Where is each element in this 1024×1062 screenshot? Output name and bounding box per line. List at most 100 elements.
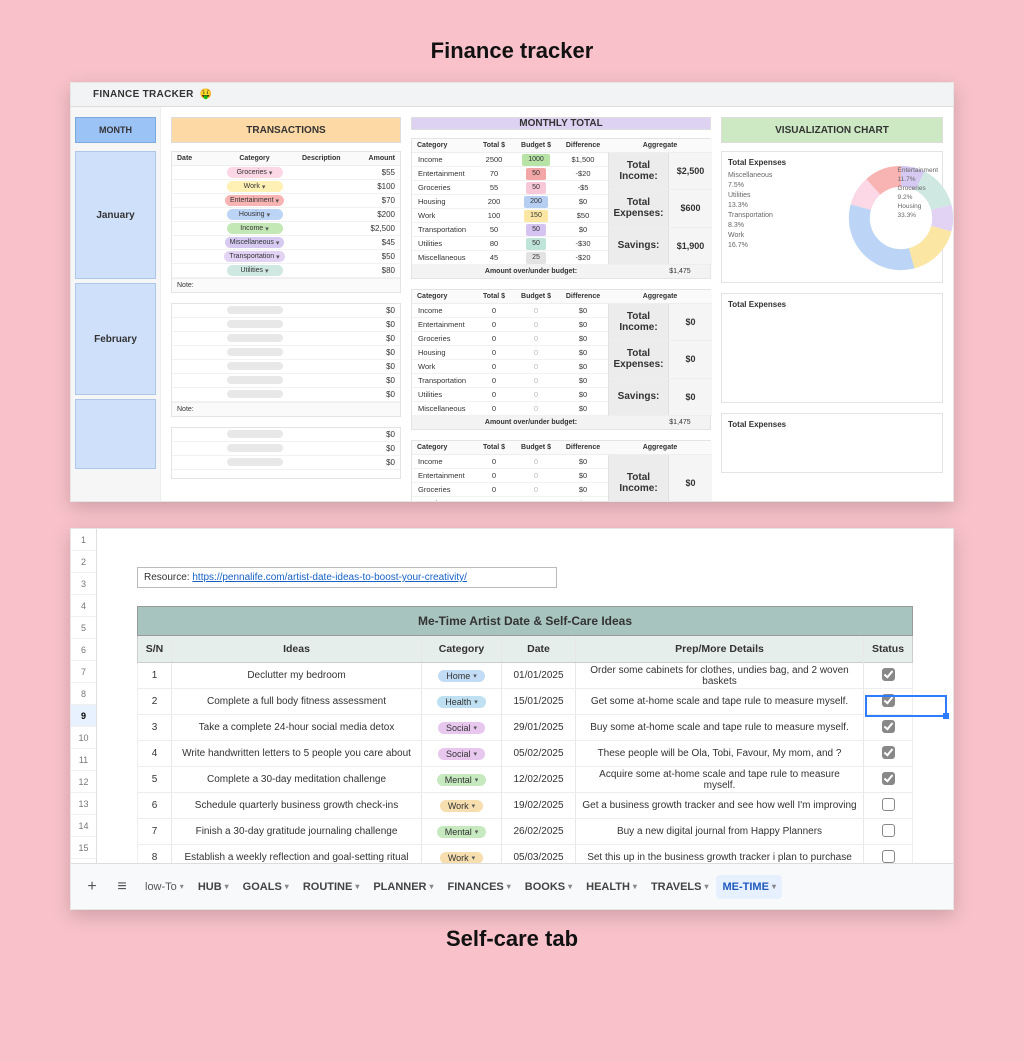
category-pill[interactable]: Housing▾ xyxy=(227,209,283,220)
monthly-total-row[interactable]: Groceries00$0 xyxy=(412,483,608,497)
cell-prep[interactable]: Get a business growth tracker and see ho… xyxy=(576,793,864,818)
cell-sn[interactable]: 6 xyxy=(138,793,172,818)
category-pill[interactable]: Groceries▾ xyxy=(227,167,283,178)
monthly-total-row[interactable]: Work00$0 xyxy=(412,360,608,374)
transaction-row[interactable]: $0 xyxy=(172,388,400,402)
sheet-tab-books[interactable]: BOOKS▾ xyxy=(519,875,578,899)
cell-idea[interactable]: Schedule quarterly business growth check… xyxy=(172,793,422,818)
sheet-tab-hub[interactable]: HUB▾ xyxy=(192,875,235,899)
status-checkbox[interactable] xyxy=(882,720,895,733)
cell-sn[interactable]: 2 xyxy=(138,689,172,714)
cell-sn[interactable]: 1 xyxy=(138,663,172,688)
monthly-total-row[interactable]: Transportation00$0 xyxy=(412,374,608,388)
row-number[interactable]: 15 xyxy=(71,837,96,859)
cell-prep[interactable]: Get some at-home scale and tape rule to … xyxy=(576,689,864,714)
cell-sn[interactable]: 4 xyxy=(138,741,172,766)
row-number[interactable]: 5 xyxy=(71,617,96,639)
viz-january[interactable]: Total Expenses Miscellaneous7.5%Utilitie… xyxy=(721,151,943,283)
monthly-total-january[interactable]: CategoryTotal $Budget $DifferenceIncome2… xyxy=(411,138,711,279)
row-number[interactable]: 2 xyxy=(71,551,96,573)
monthly-total-february[interactable]: CategoryTotal $Budget $DifferenceIncome0… xyxy=(411,289,711,430)
cell-date[interactable]: 15/01/2025 xyxy=(502,689,576,714)
status-checkbox[interactable] xyxy=(882,746,895,759)
monthly-total-row[interactable]: Entertainment00$0 xyxy=(412,318,608,332)
sheet-tab-bar[interactable]: + ≡ low-To▾HUB▾GOALS▾ROUTINE▾PLANNER▾FIN… xyxy=(71,863,953,909)
category-pill[interactable]: Social▾ xyxy=(438,722,485,734)
cell-date[interactable]: 29/01/2025 xyxy=(502,715,576,740)
sheet-tab-me-time[interactable]: ME-TIME▾ xyxy=(716,875,781,899)
category-pill[interactable]: Utilities▾ xyxy=(227,265,283,276)
selfcare-row[interactable]: 2 Complete a full body fitness assessmen… xyxy=(137,689,913,715)
category-pill[interactable]: Mental▾ xyxy=(437,774,487,786)
cell-sn[interactable]: 5 xyxy=(138,767,172,792)
monthly-total-row[interactable]: Housing00$0 xyxy=(412,346,608,360)
category-pill[interactable]: Income▾ xyxy=(227,223,283,234)
category-pill[interactable]: Work▾ xyxy=(227,181,283,192)
monthly-total-row[interactable]: Utilities8050-$30 xyxy=(412,237,608,251)
monthly-total-row[interactable]: Work100150$50 xyxy=(412,209,608,223)
note-row[interactable]: Note: xyxy=(172,402,400,416)
sheet-tab-routine[interactable]: ROUTINE▾ xyxy=(297,875,366,899)
cell-idea[interactable]: Establish a weekly reflection and goal-s… xyxy=(172,845,422,863)
monthly-total-row[interactable]: Housing00$0 xyxy=(412,497,608,502)
monthly-total-row[interactable]: Entertainment7050-$20 xyxy=(412,167,608,181)
cell-sn[interactable]: 3 xyxy=(138,715,172,740)
row-number[interactable]: 12 xyxy=(71,771,96,793)
all-sheets-button[interactable]: ≡ xyxy=(109,874,135,900)
sheet-tab-low-to[interactable]: low-To▾ xyxy=(139,875,190,899)
sheet-tab-travels[interactable]: TRAVELS▾ xyxy=(645,875,715,899)
cell-date[interactable]: 19/02/2025 xyxy=(502,793,576,818)
monthly-total-row[interactable]: Groceries5550-$5 xyxy=(412,181,608,195)
cell-date[interactable]: 01/01/2025 xyxy=(502,663,576,688)
selfcare-row[interactable]: 3 Take a complete 24-hour social media d… xyxy=(137,715,913,741)
sheet-tab-finances[interactable]: FINANCES▾ xyxy=(442,875,517,899)
month-next[interactable] xyxy=(75,399,156,469)
row-number[interactable]: 14 xyxy=(71,815,96,837)
selfcare-row[interactable]: 1 Declutter my bedroom Home▾ 01/01/2025 … xyxy=(137,663,913,689)
category-pill[interactable]: Work▾ xyxy=(440,852,483,864)
row-number[interactable]: 3 xyxy=(71,573,96,595)
cell-idea[interactable]: Complete a full body fitness assessment xyxy=(172,689,422,714)
resource-cell[interactable]: Resource: https://pennalife.com/artist-d… xyxy=(137,567,557,588)
monthly-total-row[interactable]: Income25001000$1,500 xyxy=(412,153,608,167)
status-checkbox[interactable] xyxy=(882,850,895,863)
month-january[interactable]: January xyxy=(75,151,156,279)
row-number[interactable]: 9 xyxy=(71,705,96,727)
monthly-total-row[interactable]: Miscellaneous4525-$20 xyxy=(412,251,608,265)
transaction-row[interactable]: Utilities▾$80 xyxy=(172,264,400,278)
row-number[interactable]: 8 xyxy=(71,683,96,705)
viz-march[interactable]: Total Expenses xyxy=(721,413,943,473)
cell-prep[interactable]: Set this up in the business growth track… xyxy=(576,845,864,863)
status-checkbox[interactable] xyxy=(882,824,895,837)
row-number-gutter[interactable]: 12345678910111213141516 xyxy=(71,529,97,863)
monthly-total-row[interactable]: Utilities00$0 xyxy=(412,388,608,402)
monthly-total-row[interactable]: Housing200200$0 xyxy=(412,195,608,209)
cell-prep[interactable]: Buy a new digital journal from Happy Pla… xyxy=(576,819,864,844)
status-checkbox[interactable] xyxy=(882,694,895,707)
sheet-tab-goals[interactable]: GOALS▾ xyxy=(237,875,295,899)
cell-idea[interactable]: Complete a 30-day meditation challenge xyxy=(172,767,422,792)
sheet-tab-health[interactable]: HEALTH▾ xyxy=(580,875,643,899)
resource-link[interactable]: https://pennalife.com/artist-date-ideas-… xyxy=(192,572,467,583)
add-sheet-button[interactable]: + xyxy=(79,874,105,900)
row-number[interactable]: 1 xyxy=(71,529,96,551)
row-number[interactable]: 6 xyxy=(71,639,96,661)
sheet-tab-planner[interactable]: PLANNER▾ xyxy=(367,875,439,899)
selfcare-row[interactable]: 6 Schedule quarterly business growth che… xyxy=(137,793,913,819)
status-checkbox[interactable] xyxy=(882,668,895,681)
selfcare-row[interactable]: 5 Complete a 30-day meditation challenge… xyxy=(137,767,913,793)
selfcare-row[interactable]: 8 Establish a weekly reflection and goal… xyxy=(137,845,913,863)
category-pill[interactable] xyxy=(227,320,283,328)
row-number[interactable]: 11 xyxy=(71,749,96,771)
cell-date[interactable]: 26/02/2025 xyxy=(502,819,576,844)
transactions-february[interactable]: $0$0$0$0$0$0$0Note: xyxy=(171,303,401,417)
monthly-total-march[interactable]: CategoryTotal $Budget $DifferenceIncome0… xyxy=(411,440,711,502)
row-number[interactable]: 4 xyxy=(71,595,96,617)
month-february[interactable]: February xyxy=(75,283,156,395)
category-pill[interactable] xyxy=(227,348,283,356)
cell-idea[interactable]: Take a complete 24-hour social media det… xyxy=(172,715,422,740)
cell-sn[interactable]: 7 xyxy=(138,819,172,844)
selfcare-row[interactable]: 7 Finish a 30-day gratitude journaling c… xyxy=(137,819,913,845)
category-pill[interactable] xyxy=(227,334,283,342)
cell-date[interactable]: 05/02/2025 xyxy=(502,741,576,766)
